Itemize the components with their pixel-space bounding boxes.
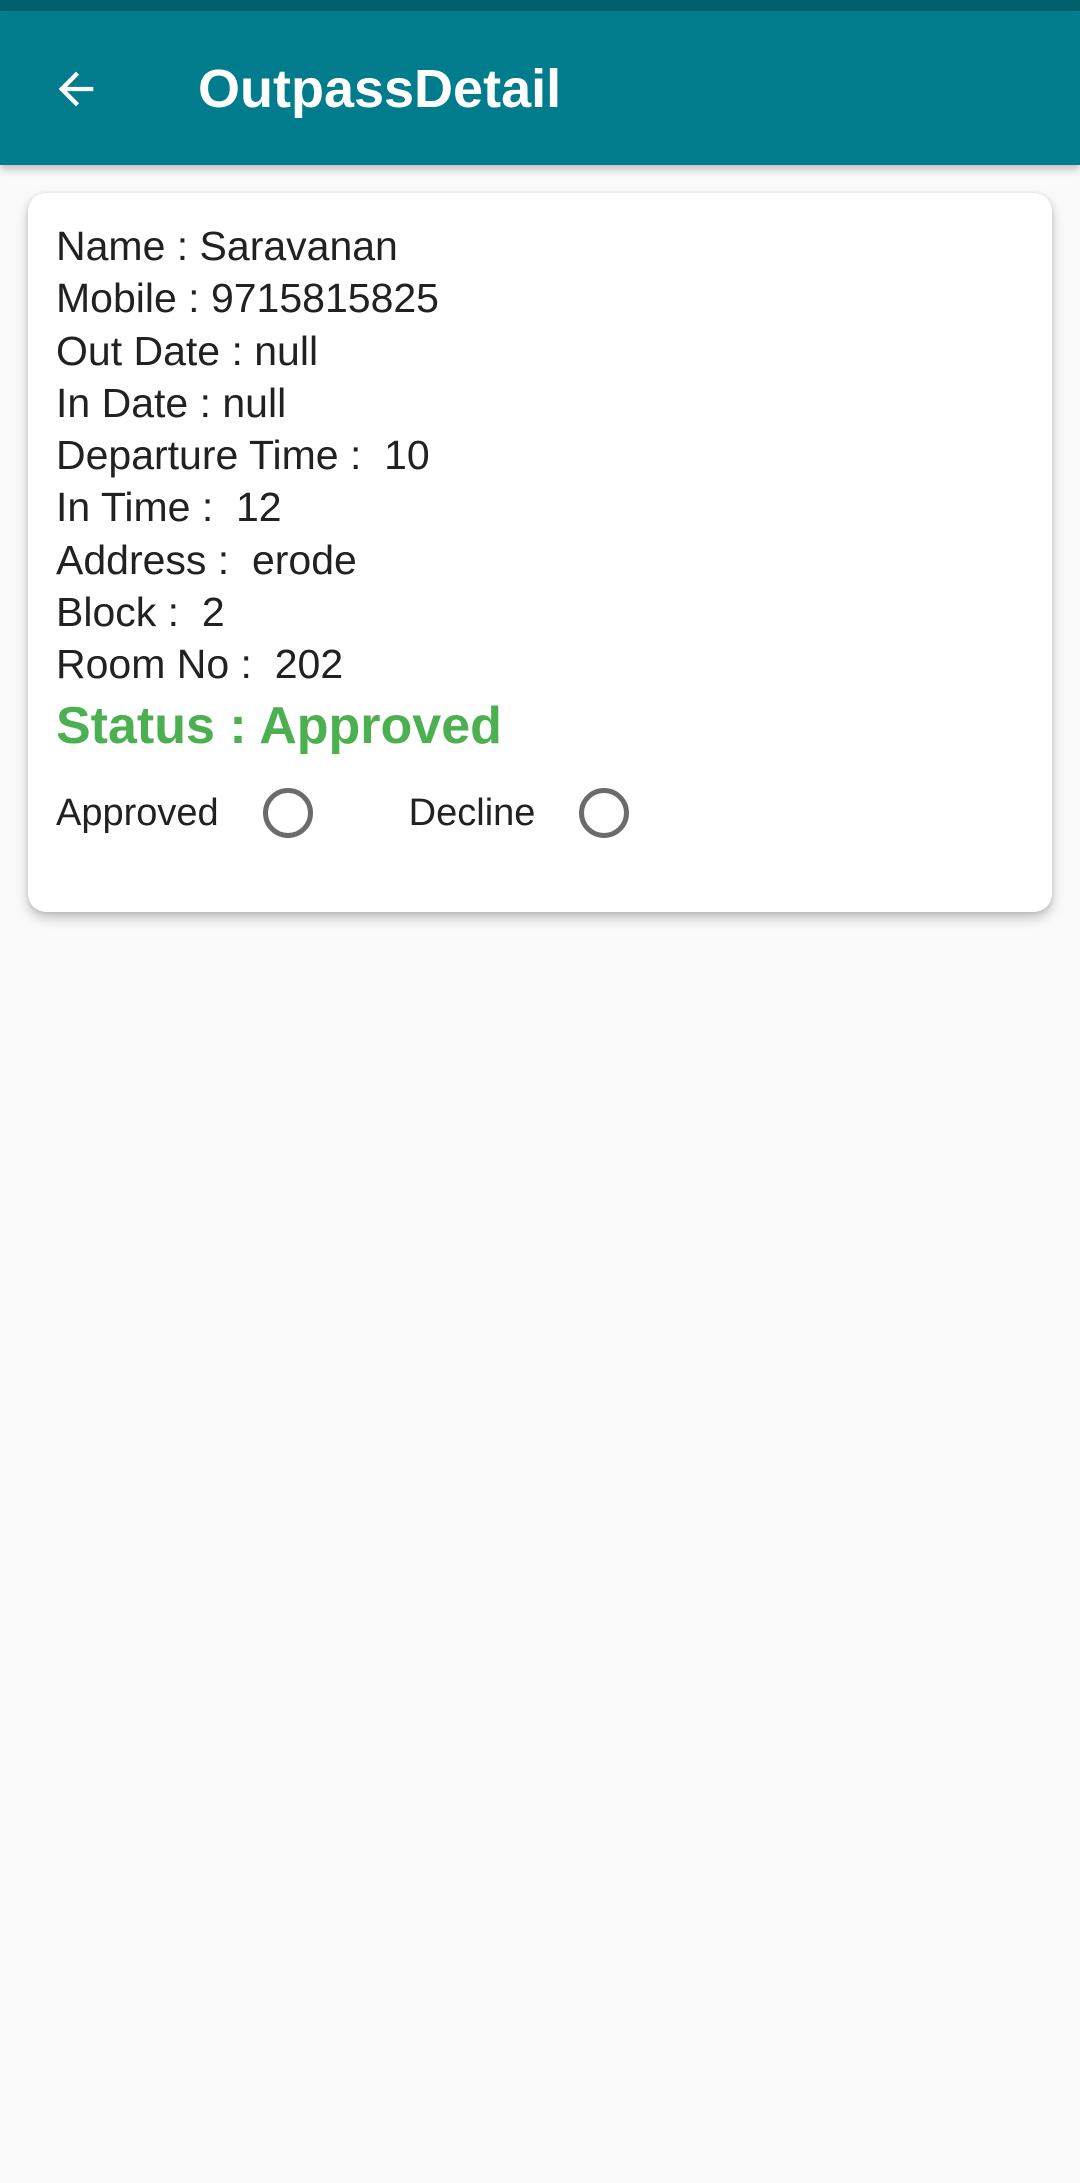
out-date-field: Out Date : null xyxy=(56,327,319,374)
app-bar: OutpassDetail xyxy=(0,11,1080,165)
decline-radio[interactable] xyxy=(579,788,630,838)
outpass-detail-card: Name : Saravanan Mobile : 9715815825 Out… xyxy=(28,193,1052,912)
in-date-field: In Date : null xyxy=(56,379,287,426)
block-field: Block : 2 xyxy=(56,589,225,636)
in-time-field: In Time : 12 xyxy=(56,484,282,531)
status-bar xyxy=(0,0,1080,11)
departure-time-field: Departure Time : 10 xyxy=(56,432,430,479)
decline-option[interactable]: Decline xyxy=(409,788,630,838)
decline-label: Decline xyxy=(408,791,536,834)
name-field: Name : Saravanan xyxy=(56,223,398,269)
back-button[interactable] xyxy=(36,49,116,129)
page-title: OutpassDetail xyxy=(198,59,562,119)
approved-label: Approved xyxy=(56,791,219,834)
arrow-left-icon xyxy=(58,71,94,107)
approved-option[interactable]: Approved xyxy=(56,788,313,838)
room-no-field: Room No : 202 xyxy=(56,641,344,688)
decision-radio-group: Approved Decline xyxy=(56,783,630,843)
detail-list: Name : Saravanan Mobile : 9715815825 Out… xyxy=(56,220,502,759)
status-label: Status : Approved xyxy=(56,696,502,755)
approved-radio[interactable] xyxy=(262,788,313,838)
mobile-field: Mobile : 9715815825 xyxy=(56,275,439,322)
address-field: Address : erode xyxy=(56,536,357,583)
